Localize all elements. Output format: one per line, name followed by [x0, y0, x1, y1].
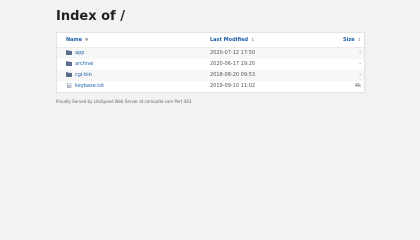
name-cell: app: [57, 48, 207, 60]
table-row: app 2020-07-12 17:50 -: [57, 47, 364, 60]
size-cell: 4k: [354, 83, 361, 89]
directory-listing: Name ▼ Last Modified ↕ Size ↕ app 2020-07-1…: [56, 32, 365, 93]
modified-cell: 2020-06-17 19:20: [210, 61, 256, 67]
table-header: Name ▼ Last Modified ↕ Size ↕: [57, 33, 364, 48]
entry-link[interactable]: cgi-bin: [75, 72, 92, 78]
entry-link[interactable]: app: [75, 50, 84, 56]
modified-cell: 2020-07-12 17:50: [210, 50, 256, 56]
size-cell: -: [359, 50, 361, 56]
sort-by-name-link[interactable]: Name: [66, 37, 82, 43]
name-column-header[interactable]: Name ▼: [57, 33, 207, 48]
size-column-header[interactable]: Size ↕: [323, 33, 364, 48]
table-body: app 2020-07-12 17:50 - archive 2020-06-1…: [57, 47, 364, 92]
entry-link[interactable]: keybase.txt: [75, 83, 104, 89]
modified-cell: 2019-09-10 11:02: [210, 83, 256, 89]
sort-by-size-link[interactable]: Size: [343, 37, 355, 43]
sort-by-modified-link[interactable]: Last Modified: [210, 37, 248, 43]
name-cell: cgi-bin: [57, 70, 207, 81]
table-row: cgi-bin 2018-08-20 09:53 -: [57, 70, 364, 81]
name-cell: archive: [57, 59, 207, 70]
sort-both-icon[interactable]: ↕: [251, 33, 254, 46]
size-cell: -: [359, 72, 361, 78]
table-row: keybase.txt 2019-09-10 11:02 4k: [57, 81, 364, 92]
folder-icon: [66, 72, 72, 77]
file-table: Name ▼ Last Modified ↕ Size ↕ app 2020-07-1…: [57, 33, 364, 92]
size-cell: -: [359, 61, 361, 67]
file-icon: [66, 83, 72, 88]
page-title: Index of /: [56, 9, 125, 24]
modified-column-header[interactable]: Last Modified ↕: [207, 33, 323, 48]
modified-cell: 2018-08-20 09:53: [210, 72, 256, 78]
folder-icon: [66, 61, 72, 66]
header-row: Name ▼ Last Modified ↕ Size ↕: [57, 33, 364, 48]
server-footer: Proudly Served by LiteSpeed Web Server a…: [56, 99, 192, 104]
folder-icon: [66, 50, 72, 55]
entry-link[interactable]: archive: [75, 61, 93, 67]
name-cell: keybase.txt: [57, 81, 207, 92]
sort-desc-icon[interactable]: ▼: [85, 33, 88, 46]
table-row: archive 2020-06-17 19:20 -: [57, 59, 364, 70]
sort-both-icon[interactable]: ↕: [358, 33, 361, 46]
